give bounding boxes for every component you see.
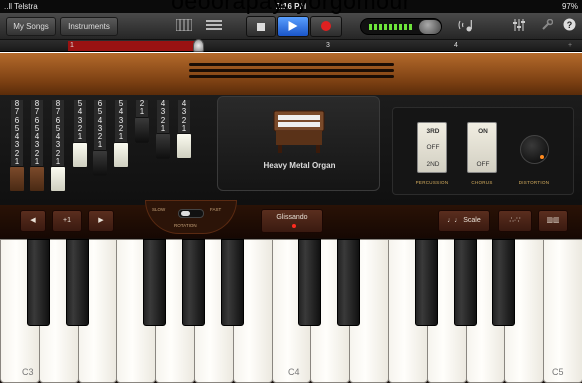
keyboard-controls: ◀ +1 ▶ Glissando ♩♩ Scale ∴·∵ ▥▥: [0, 205, 582, 238]
loop-region[interactable]: [68, 41, 199, 51]
drawbar-numbers: 654321: [94, 99, 106, 150]
rotation-switch[interactable]: [178, 209, 204, 218]
garageband-screen: ..ll Telstra 2:16 PM 97% My Songs Instru…: [0, 0, 582, 383]
piano-keyboard: C3 C4 C5: [0, 238, 582, 383]
black-key[interactable]: [298, 239, 322, 326]
key-label-c5: C5: [552, 367, 564, 377]
drawbar[interactable]: 87654321: [10, 99, 24, 193]
organ-top-panel: [0, 53, 582, 95]
rotation-slow-label: SLOW: [152, 207, 166, 212]
black-key[interactable]: [143, 239, 167, 326]
distortion-knob[interactable]: [520, 135, 549, 164]
percussion-switch[interactable]: 3RD OFF 2ND: [417, 122, 447, 173]
key-label-c3: C3: [22, 367, 34, 377]
level-meter-bars: [369, 24, 413, 30]
effects-panel: 3RD OFF 2ND PERCUSSION ON OFF CHORUS DIS…: [392, 107, 574, 195]
black-key[interactable]: [182, 239, 205, 326]
glissando-button[interactable]: Glissando: [261, 209, 323, 233]
chorus-top-label: ON: [478, 128, 488, 135]
octave-up-button[interactable]: ▶: [88, 210, 114, 232]
glissando-led: [292, 224, 296, 228]
drawbar[interactable]: 21: [135, 99, 149, 143]
speaker-grille: [189, 63, 394, 66]
key-label-c4: C4: [288, 367, 300, 377]
rotation-label: ROTATION: [174, 223, 197, 228]
drawbar-numbers: 87654321: [31, 99, 43, 167]
percussion-bottom-label: 2ND: [426, 161, 440, 168]
drawbar-handle[interactable]: [93, 150, 107, 175]
black-key[interactable]: [453, 239, 477, 326]
drawbar[interactable]: 654321: [93, 99, 107, 176]
speaker-grille: [189, 75, 394, 78]
octave-value-button[interactable]: +1: [52, 210, 82, 232]
timeline-ruler[interactable]: 1 3 4 +: [0, 40, 582, 52]
caption-text: oeoorapay..yorgomour: [0, 0, 582, 24]
drawbar-handle[interactable]: [156, 134, 170, 159]
caption-label: oeoorapay..yorgomour: [171, 0, 411, 14]
drawbar-numbers: 4321: [178, 99, 190, 134]
rotation-fast-label: FAST: [210, 207, 222, 212]
chorus-bottom-label: OFF: [476, 161, 490, 168]
black-key[interactable]: [414, 239, 438, 326]
black-key[interactable]: [220, 239, 244, 326]
percussion-label: PERCUSSION: [415, 180, 449, 185]
ruler-mark: 3: [326, 42, 330, 49]
drawbar-handle[interactable]: [177, 134, 191, 159]
arpeggiator-button[interactable]: ∴·∵: [498, 210, 532, 232]
drawbar-handle[interactable]: [51, 167, 65, 192]
white-key[interactable]: [543, 239, 582, 383]
drawbar-numbers: 21: [136, 99, 148, 117]
black-key[interactable]: [492, 239, 516, 326]
scale-button[interactable]: ♩♩ Scale: [438, 210, 490, 232]
drawbar-numbers: 87654321: [11, 99, 23, 167]
octave-down-button[interactable]: ◀: [20, 210, 46, 232]
drawbar-handle[interactable]: [10, 167, 24, 192]
drawbar[interactable]: 4321: [156, 99, 170, 160]
chorus-switch[interactable]: ON OFF: [467, 122, 497, 173]
organ-name: Heavy Metal Organ: [263, 161, 336, 170]
distortion-label: DISTORTION: [518, 180, 550, 185]
playhead[interactable]: [193, 39, 204, 52]
speaker-grille: [189, 69, 394, 72]
glissando-label: Glissando: [276, 214, 308, 221]
percussion-top-label: 3RD: [426, 128, 440, 135]
drawbar-handle[interactable]: [30, 167, 44, 192]
drawbar-numbers: 4321: [157, 99, 169, 134]
black-key[interactable]: [337, 239, 361, 326]
drawbar[interactable]: 54321: [114, 99, 128, 168]
black-key[interactable]: [65, 239, 89, 326]
drawbar-handle[interactable]: [135, 117, 149, 142]
drawbar-numbers: 87654321: [52, 99, 64, 167]
organ-selector[interactable]: Heavy Metal Organ: [217, 96, 380, 191]
drawbar[interactable]: 87654321: [30, 99, 44, 193]
chorus-label: CHORUS: [471, 180, 493, 185]
drawbar-handle[interactable]: [114, 142, 128, 167]
drawbar[interactable]: 87654321: [51, 99, 65, 193]
add-section-icon[interactable]: +: [568, 40, 572, 51]
ruler-mark: 1: [70, 42, 74, 49]
black-key[interactable]: [26, 239, 50, 326]
keyboard-layout-button[interactable]: ▥▥: [538, 210, 568, 232]
drawbar[interactable]: 4321: [177, 99, 191, 160]
drawbar-handle[interactable]: [73, 142, 87, 167]
percussion-middle-label: OFF: [426, 144, 440, 151]
drawbar-numbers: 54321: [115, 99, 127, 142]
drawbar[interactable]: 54321: [73, 99, 87, 168]
ruler-mark: 4: [454, 42, 458, 49]
organ-icon: [273, 110, 325, 153]
drawbar-numbers: 54321: [74, 99, 86, 142]
